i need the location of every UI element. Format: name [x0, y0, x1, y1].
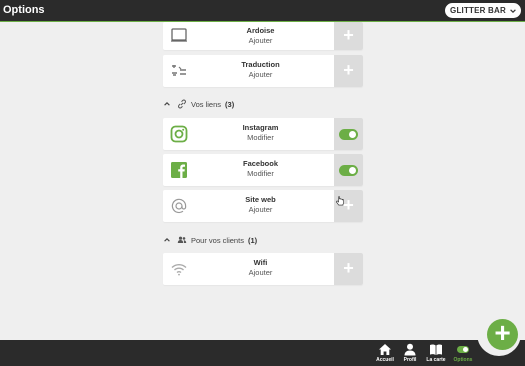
card-title: Facebook [242, 159, 278, 168]
instagram-icon [170, 125, 188, 143]
card-action-text: Ajouter [248, 36, 273, 45]
section-header-clients[interactable]: Pour vos clients (1) [163, 233, 257, 247]
home-icon [379, 344, 391, 355]
venue-selector[interactable]: GLITTER BAR [445, 3, 521, 18]
plus-icon: + [343, 25, 354, 45]
card-title: Site web [245, 195, 276, 204]
link-icon [178, 99, 186, 109]
toggle-icon [457, 346, 469, 353]
nav-label: Options [453, 357, 473, 363]
bottom-nav: Accueil Profil La carte Options [0, 340, 525, 366]
nav-item-profil[interactable]: Profil [398, 343, 422, 363]
translate-icon [170, 62, 188, 80]
user-icon [404, 343, 416, 356]
chevron-down-icon [510, 8, 516, 13]
nav-item-accueil[interactable]: Accueil [373, 343, 397, 363]
section-count: (1) [247, 235, 258, 245]
add-button[interactable]: + [334, 22, 363, 50]
chevron-up-icon [164, 238, 170, 242]
nav-label: La carte [426, 357, 446, 363]
hand-cursor-icon [336, 196, 344, 206]
nav-label: Profil [403, 357, 417, 363]
enabled-toggle[interactable] [334, 154, 363, 186]
section-label: Pour vos clients [191, 235, 244, 245]
top-bar: Options GLITTER BAR [0, 0, 525, 22]
card-action-text: Ajouter [248, 268, 273, 277]
card-action-text: Modifier [247, 133, 274, 142]
nav-label: Accueil [376, 357, 394, 363]
chevron-up-icon [164, 102, 170, 106]
users-icon [177, 236, 187, 243]
add-fab-button[interactable]: + [487, 319, 518, 350]
card-title: Instagram [242, 123, 279, 132]
wifi-icon [170, 260, 188, 278]
enabled-toggle[interactable] [334, 118, 363, 150]
card-action-text: Ajouter [248, 205, 273, 214]
venue-name: GLITTER BAR [450, 6, 506, 15]
slate-icon [170, 26, 188, 44]
section-header-links[interactable]: Vos liens (3) [163, 97, 234, 111]
card-title: Traduction [241, 60, 280, 69]
add-button[interactable]: + [334, 55, 363, 87]
card-action-text: Ajouter [248, 70, 273, 79]
page-title: Options [3, 4, 45, 16]
plus-icon: + [343, 258, 354, 278]
toggle-switch-on [339, 164, 358, 176]
option-card-traduction: Traduction Ajouter + [163, 55, 363, 87]
section-label: Vos liens [191, 99, 222, 109]
card-title: Wifi [253, 258, 268, 267]
nav-item-options[interactable]: Options [451, 343, 475, 363]
nav-item-la-carte[interactable]: La carte [424, 343, 448, 363]
at-sign-icon [170, 197, 188, 215]
add-button[interactable]: + [334, 253, 363, 285]
book-icon [430, 344, 442, 355]
option-card-instagram: Instagram Modifier [163, 118, 363, 150]
option-card-facebook: Facebook Modifier [163, 154, 363, 186]
facebook-icon [170, 161, 188, 179]
plus-icon: + [494, 317, 511, 348]
option-card-website: Site web Ajouter + [163, 190, 363, 222]
card-action-text: Modifier [247, 169, 274, 178]
option-card-ardoise: Ardoise Ajouter + [163, 22, 363, 50]
card-title: Ardoise [246, 26, 275, 35]
plus-icon: + [343, 60, 354, 80]
section-count: (3) [225, 99, 235, 109]
option-card-wifi: Wifi Ajouter + [163, 253, 363, 285]
toggle-switch-on [339, 128, 358, 140]
